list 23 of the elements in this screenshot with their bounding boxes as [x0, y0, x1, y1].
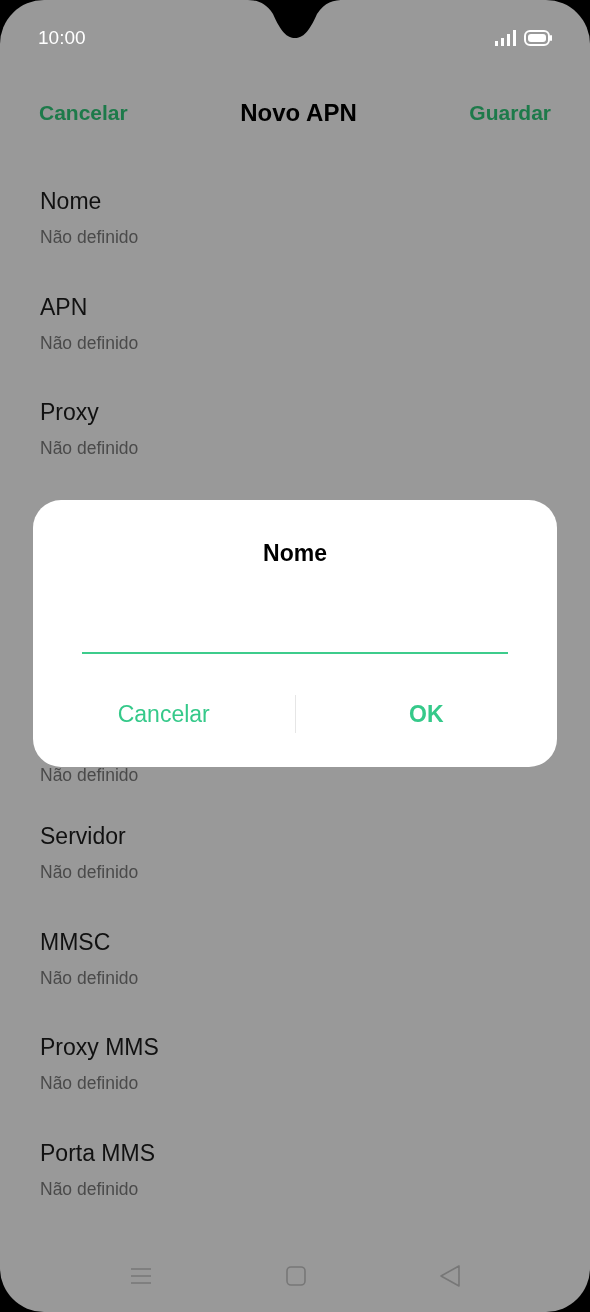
- home-icon[interactable]: [286, 1266, 306, 1286]
- menu-icon[interactable]: [130, 1267, 152, 1285]
- setting-value: Não definido: [40, 763, 140, 786]
- setting-label[interactable]: Proxy: [40, 397, 550, 427]
- battery-icon: [524, 30, 552, 46]
- setting-label[interactable]: Porta MMS: [40, 1137, 550, 1168]
- setting-label[interactable]: MMSC: [40, 926, 550, 957]
- setting-label[interactable]: APN: [40, 291, 550, 322]
- setting-value: Não definido: [40, 861, 140, 883]
- back-icon[interactable]: [440, 1265, 460, 1287]
- setting-label[interactable]: Nome: [40, 186, 550, 216]
- setting-value: Não definido: [40, 437, 140, 459]
- setting-value: Não definido: [40, 1177, 140, 1200]
- setting-value: Não definido: [40, 331, 140, 354]
- setting-label[interactable]: Servidor: [40, 821, 550, 851]
- setting-value: Não definido: [40, 966, 140, 989]
- setting-value: Não definido: [40, 1072, 140, 1094]
- setting-label[interactable]: Proxy MMS: [40, 1032, 550, 1062]
- page-title: Novo APN: [240, 98, 357, 128]
- dialog-title: Nome: [262, 540, 328, 566]
- signal-icon: [494, 30, 516, 46]
- clock-time: 10:00: [38, 25, 86, 50]
- setting-value: Não definido: [40, 226, 140, 248]
